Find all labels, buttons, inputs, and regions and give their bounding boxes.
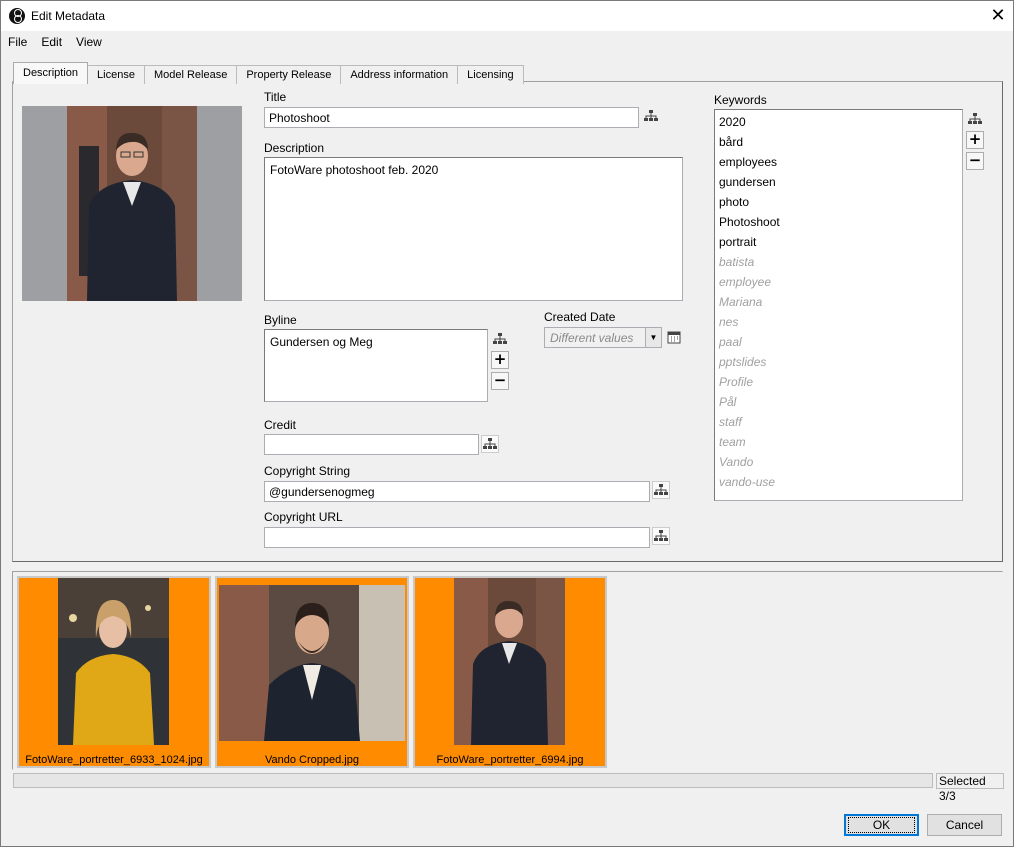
close-icon[interactable]: ✕	[983, 1, 1013, 31]
cancel-button[interactable]: Cancel	[927, 814, 1002, 836]
credit-input[interactable]	[264, 434, 479, 455]
tab-license[interactable]: License	[87, 65, 145, 84]
keywords-list[interactable]: 2020 bård employees gundersen photo Phot…	[714, 109, 963, 501]
remove-byline-button[interactable]: −	[491, 372, 509, 390]
title-label: Title	[264, 90, 287, 104]
keyword-item-partial[interactable]: nes	[715, 312, 962, 332]
keyword-item[interactable]: gundersen	[715, 172, 962, 192]
hierarchy-icon[interactable]	[481, 435, 499, 453]
hierarchy-icon[interactable]	[966, 110, 984, 128]
tab-address-information[interactable]: Address information	[340, 65, 459, 84]
keyword-item-partial[interactable]: Pål	[715, 392, 962, 412]
keyword-item-partial[interactable]: vando-use	[715, 472, 962, 492]
copyright-string-label: Copyright String	[264, 464, 351, 478]
keywords-label: Keywords	[714, 93, 767, 107]
keyword-item[interactable]: employees	[715, 152, 962, 172]
created-date-value: Different values	[550, 331, 634, 345]
credit-label: Credit	[264, 418, 297, 432]
keyword-item-partial[interactable]: staff	[715, 412, 962, 432]
thumbnail-filename: FotoWare_portretter_6933_1024.jpg	[25, 754, 203, 766]
keyword-item-partial[interactable]: batista	[715, 252, 962, 272]
thumbnail-image	[219, 585, 405, 741]
keyword-item[interactable]: portrait	[715, 232, 962, 252]
add-keyword-button[interactable]: +	[966, 131, 984, 149]
hierarchy-icon[interactable]	[652, 527, 670, 545]
keyword-item[interactable]: photo	[715, 192, 962, 212]
thumbnail-filename: Vando Cropped.jpg	[265, 754, 359, 766]
thumbnail-image	[58, 578, 169, 745]
keyword-item-partial[interactable]: employee	[715, 272, 962, 292]
keyword-item-partial[interactable]: Mariana	[715, 292, 962, 312]
app-icon	[9, 8, 25, 24]
description-label: Description	[264, 141, 325, 155]
keyword-item[interactable]: Photoshoot	[715, 212, 962, 232]
thumbnail-filename: FotoWare_portretter_6994.jpg	[436, 754, 584, 766]
tab-description[interactable]: Description	[13, 62, 89, 84]
tab-licensing[interactable]: Licensing	[457, 65, 524, 84]
keyword-item-partial[interactable]: Profile	[715, 372, 962, 392]
ok-button[interactable]: OK	[844, 814, 919, 836]
hierarchy-icon[interactable]	[652, 481, 670, 499]
copyright-string-input[interactable]: @gundersenogmeg	[264, 481, 650, 502]
tab-property-release[interactable]: Property Release	[236, 65, 342, 84]
tab-model-release[interactable]: Model Release	[143, 65, 238, 84]
menu-view[interactable]: View	[69, 32, 109, 52]
created-date-field[interactable]: Different values ▼	[544, 327, 662, 348]
keyword-item-partial[interactable]: pptslides	[715, 352, 962, 372]
keyword-item[interactable]: bård	[715, 132, 962, 152]
tab-strip: Description License Model Release Proper…	[13, 62, 524, 84]
menu-edit[interactable]: Edit	[34, 32, 69, 52]
calendar-icon[interactable]	[665, 328, 683, 346]
remove-keyword-button[interactable]: −	[966, 152, 984, 170]
image-preview	[22, 106, 242, 301]
byline-label: Byline	[264, 313, 297, 327]
progress-bar	[13, 773, 933, 788]
title-bar: Edit Metadata ✕	[1, 1, 1013, 31]
add-byline-button[interactable]: +	[491, 351, 509, 369]
ok-button-label: OK	[847, 817, 916, 833]
thumbnail-item[interactable]: FotoWare_portretter_6994.jpg	[413, 576, 607, 768]
menu-file[interactable]: File	[1, 32, 34, 52]
chevron-down-icon[interactable]: ▼	[645, 328, 661, 347]
menu-bar: File Edit View	[1, 32, 109, 52]
hierarchy-icon[interactable]	[642, 107, 660, 125]
keyword-item-partial[interactable]: team	[715, 432, 962, 452]
thumbnail-item[interactable]: FotoWare_portretter_6933_1024.jpg	[17, 576, 211, 768]
keyword-item-partial[interactable]: paal	[715, 332, 962, 352]
thumbnail-item[interactable]: Vando Cropped.jpg	[215, 576, 409, 768]
keyword-item[interactable]: 2020	[715, 112, 962, 132]
title-input[interactable]: Photoshoot	[264, 107, 639, 128]
created-date-label: Created Date	[544, 310, 616, 324]
portrait-photo	[67, 106, 197, 301]
keyword-item-partial[interactable]: Vando	[715, 452, 962, 472]
byline-textarea[interactable]: Gundersen og Meg	[264, 329, 488, 402]
description-textarea[interactable]: FotoWare photoshoot feb. 2020	[264, 157, 683, 301]
hierarchy-icon[interactable]	[491, 330, 509, 348]
edit-metadata-window: Edit Metadata ✕ File Edit View Descripti…	[0, 0, 1014, 847]
selection-status: Selected 3/3	[936, 773, 1004, 803]
copyright-url-label: Copyright URL	[264, 510, 343, 524]
window-title: Edit Metadata	[31, 9, 106, 23]
copyright-url-input[interactable]	[264, 527, 650, 548]
thumbnail-image	[454, 578, 565, 745]
